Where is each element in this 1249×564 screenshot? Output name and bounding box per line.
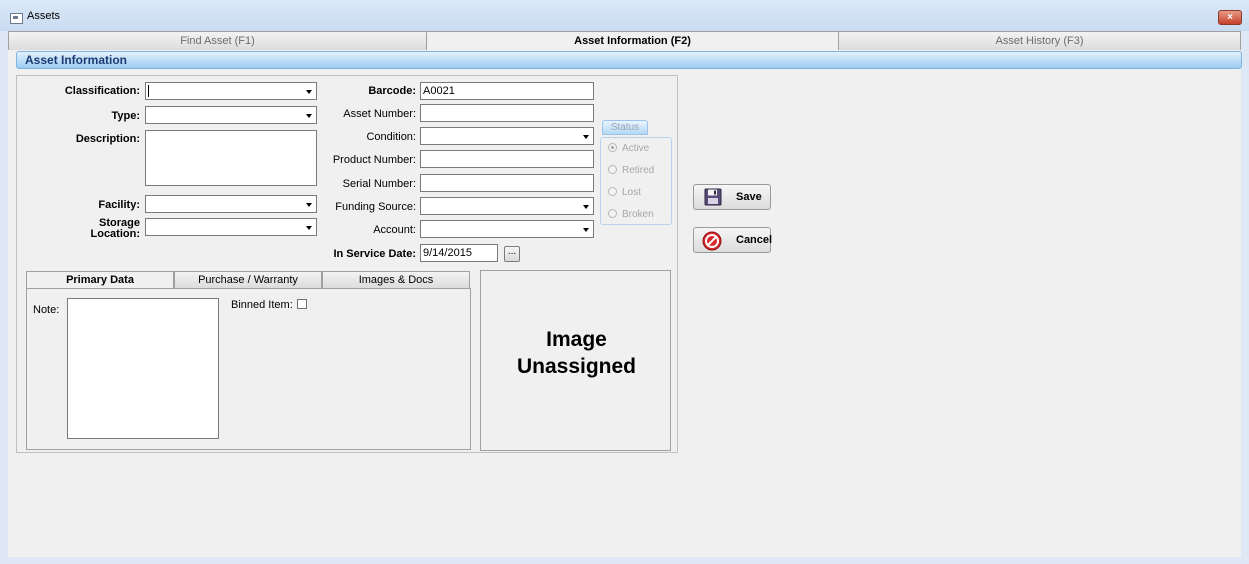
floppy-disk-icon — [704, 188, 722, 206]
status-radio-active[interactable]: Active — [608, 142, 649, 154]
subtab-primary-data[interactable]: Primary Data — [26, 271, 174, 289]
tab-find-asset[interactable]: Find Asset (F1) — [8, 31, 427, 50]
client-area: Find Asset (F1) Asset Information (F2) A… — [8, 31, 1242, 557]
chevron-down-icon[interactable] — [580, 128, 593, 144]
storage-location-label-line2: Location: — [90, 228, 141, 240]
radio-selected-icon — [608, 143, 617, 152]
radio-icon — [608, 187, 617, 196]
date-picker-button[interactable]: ... — [504, 246, 520, 262]
status-radio-label: Lost — [622, 187, 641, 198]
radio-icon — [608, 209, 617, 218]
asset-number-label: Asset Number: — [343, 108, 416, 120]
asset-number-input[interactable] — [420, 104, 594, 122]
facility-combobox[interactable] — [145, 195, 317, 213]
binned-item-label: Binned Item: — [231, 299, 293, 311]
status-radio-label: Broken — [622, 209, 654, 220]
barcode-input[interactable]: A0021 — [420, 82, 594, 100]
chevron-down-icon[interactable] — [580, 198, 593, 214]
no-entry-icon — [702, 231, 722, 251]
image-panel[interactable]: Image Unassigned — [480, 270, 671, 451]
section-header: Asset Information — [16, 51, 1242, 69]
text-cursor — [148, 85, 149, 97]
tab-asset-information[interactable]: Asset Information (F2) — [426, 31, 839, 50]
condition-combobox[interactable] — [420, 127, 594, 145]
close-button[interactable]: × — [1218, 10, 1242, 25]
app-icon — [10, 13, 23, 24]
save-button[interactable]: Save — [693, 184, 771, 210]
funding-source-combobox[interactable] — [420, 197, 594, 215]
status-group-title: Status — [602, 120, 648, 135]
classification-label: Classification: — [64, 85, 140, 97]
image-unassigned-line2: Unassigned — [516, 355, 637, 378]
cancel-button[interactable]: Cancel — [693, 227, 773, 253]
section-title: Asset Information — [25, 53, 128, 67]
binned-item-field: Binned Item: — [231, 299, 307, 311]
description-label: Description: — [75, 133, 140, 145]
storage-location-combobox[interactable] — [145, 218, 317, 236]
binned-item-checkbox[interactable] — [296, 299, 307, 309]
note-textarea[interactable] — [67, 298, 219, 439]
serial-number-label: Serial Number: — [342, 178, 416, 190]
note-label: Note: — [33, 304, 60, 316]
account-combobox[interactable] — [420, 220, 594, 238]
facility-label: Facility: — [98, 199, 140, 211]
subtab-images-docs[interactable]: Images & Docs — [322, 271, 470, 288]
description-textarea[interactable] — [145, 130, 317, 186]
status-radio-label: Active — [622, 143, 650, 154]
barcode-label: Barcode: — [368, 85, 416, 97]
type-label: Type: — [111, 110, 140, 122]
funding-source-label: Funding Source: — [335, 201, 416, 213]
condition-label: Condition: — [366, 131, 416, 143]
status-radio-retired[interactable]: Retired — [608, 164, 654, 176]
in-service-date-label: In Service Date: — [333, 248, 416, 260]
chevron-down-icon[interactable] — [580, 221, 593, 237]
image-unassigned-line1: Image — [546, 328, 607, 351]
type-combobox[interactable] — [145, 106, 317, 124]
assets-window: Assets × Find Asset (F1) Asset Informati… — [0, 0, 1249, 564]
status-radio-lost[interactable]: Lost — [608, 186, 641, 198]
cancel-button-label: Cancel — [736, 234, 773, 246]
save-button-label: Save — [736, 191, 762, 203]
window-title: Assets — [27, 10, 61, 22]
product-number-input[interactable] — [420, 150, 594, 168]
status-radio-broken[interactable]: Broken — [608, 208, 654, 220]
radio-icon — [608, 165, 617, 174]
serial-number-input[interactable] — [420, 174, 594, 192]
subtab-purchase-warranty[interactable]: Purchase / Warranty — [174, 271, 322, 288]
classification-combobox[interactable] — [145, 82, 317, 100]
account-label: Account: — [373, 224, 416, 236]
product-number-label: Product Number: — [332, 154, 416, 166]
title-bar: Assets × — [0, 0, 1249, 31]
status-radio-label: Retired — [622, 165, 655, 176]
in-service-date-input[interactable]: 9/14/2015 — [420, 244, 498, 262]
tab-asset-history[interactable]: Asset History (F3) — [838, 31, 1241, 50]
